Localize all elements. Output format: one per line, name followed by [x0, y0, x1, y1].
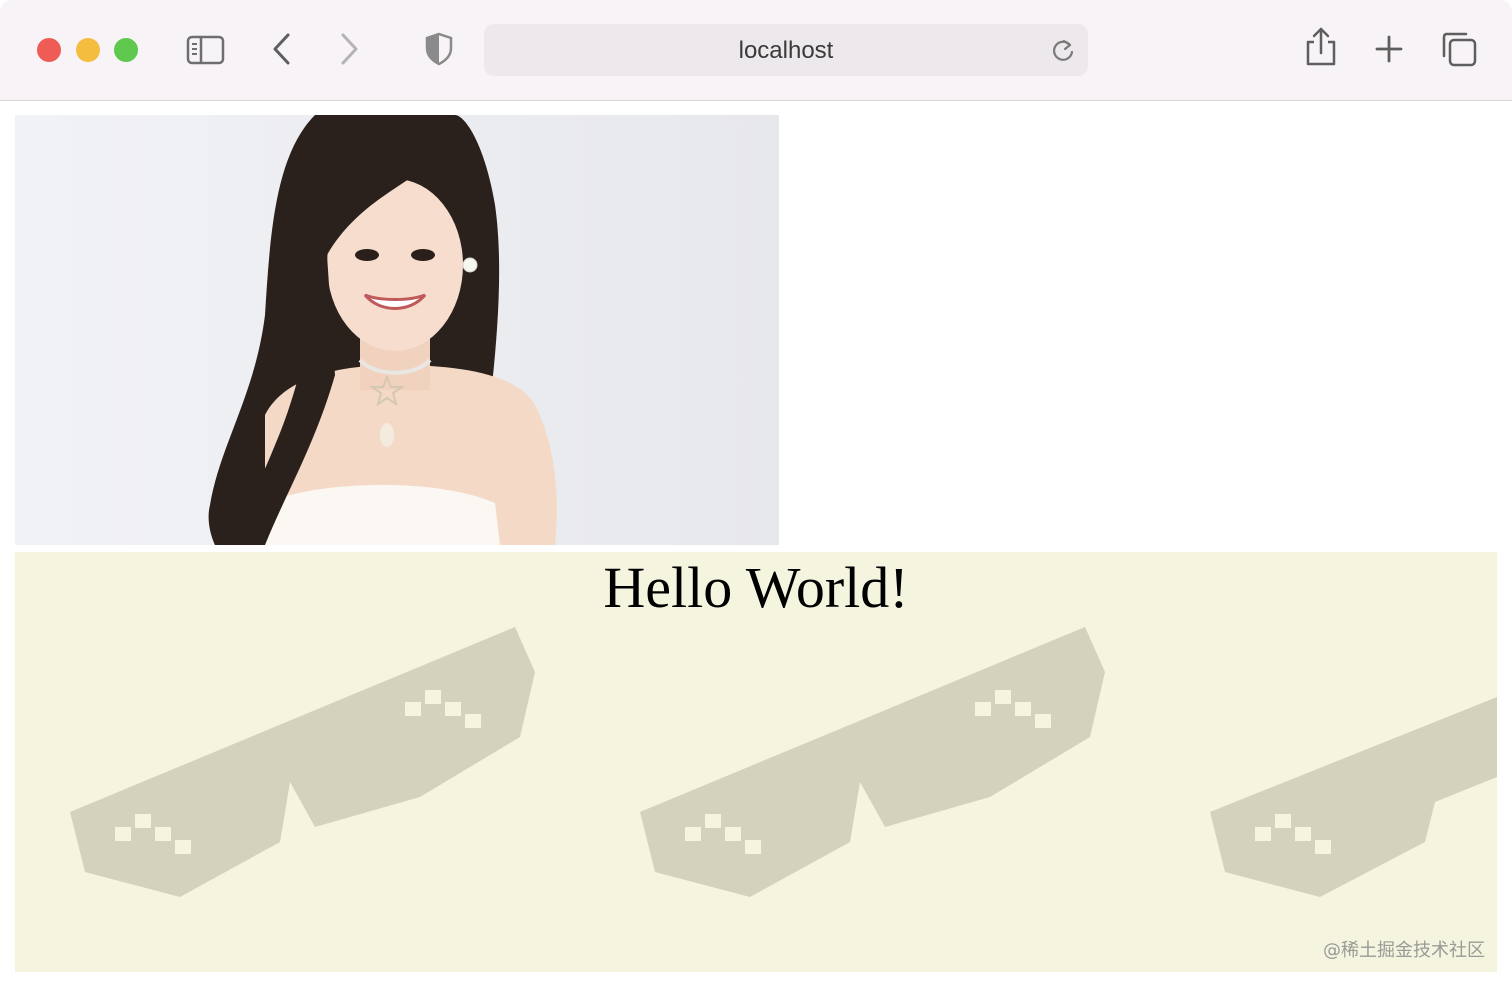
address-text: localhost [738, 37, 834, 64]
zoom-window-button[interactable] [114, 38, 138, 62]
tabs-overview-icon[interactable] [1440, 30, 1478, 68]
portrait-image [15, 115, 779, 545]
page-content: Hello World! @稀土掘金技术社区 [0, 101, 1512, 987]
portrait-illustration [15, 115, 779, 545]
plus-icon[interactable] [1374, 34, 1404, 64]
chevron-right-icon[interactable] [337, 32, 361, 66]
minimize-window-button[interactable] [76, 38, 100, 62]
reload-icon[interactable] [1050, 38, 1076, 64]
chevron-left-icon[interactable] [270, 32, 294, 66]
hello-heading: Hello World! [603, 555, 909, 620]
address-bar[interactable]: localhost [484, 24, 1088, 76]
watermark-text: @稀土掘金技术社区 [1323, 940, 1485, 961]
close-window-button[interactable] [37, 38, 61, 62]
browser-window: localhost Hello World! @稀土掘金技术社区 [0, 0, 1512, 987]
sidebar-icon[interactable] [186, 34, 226, 66]
sunglasses-banner: Hello World! @稀土掘金技术社区 [15, 552, 1497, 972]
browser-toolbar: localhost [0, 0, 1512, 101]
shield-icon[interactable] [424, 32, 454, 66]
share-icon[interactable] [1304, 26, 1338, 68]
